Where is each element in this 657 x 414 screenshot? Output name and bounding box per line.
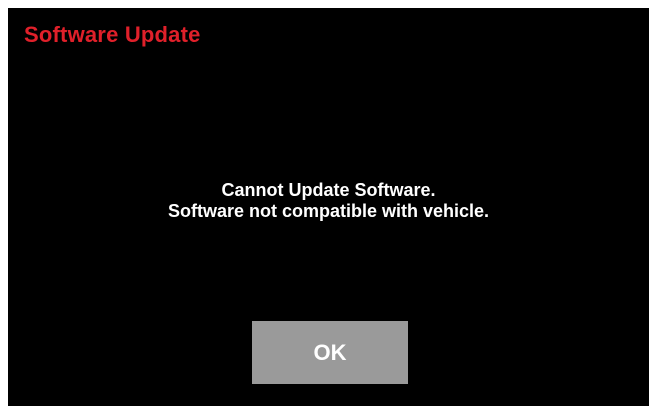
- screen-frame: Software Update Cannot Update Software. …: [0, 0, 657, 414]
- ok-button[interactable]: OK: [252, 321, 408, 384]
- message-line-2: Software not compatible with vehicle.: [167, 201, 490, 221]
- dialog-title: Software Update: [24, 22, 201, 47]
- display-screen: Software Update Cannot Update Software. …: [8, 8, 649, 406]
- message-line-1: Cannot Update Software.: [221, 180, 436, 200]
- dialog-message: Cannot Update Software. Software not com…: [8, 180, 649, 222]
